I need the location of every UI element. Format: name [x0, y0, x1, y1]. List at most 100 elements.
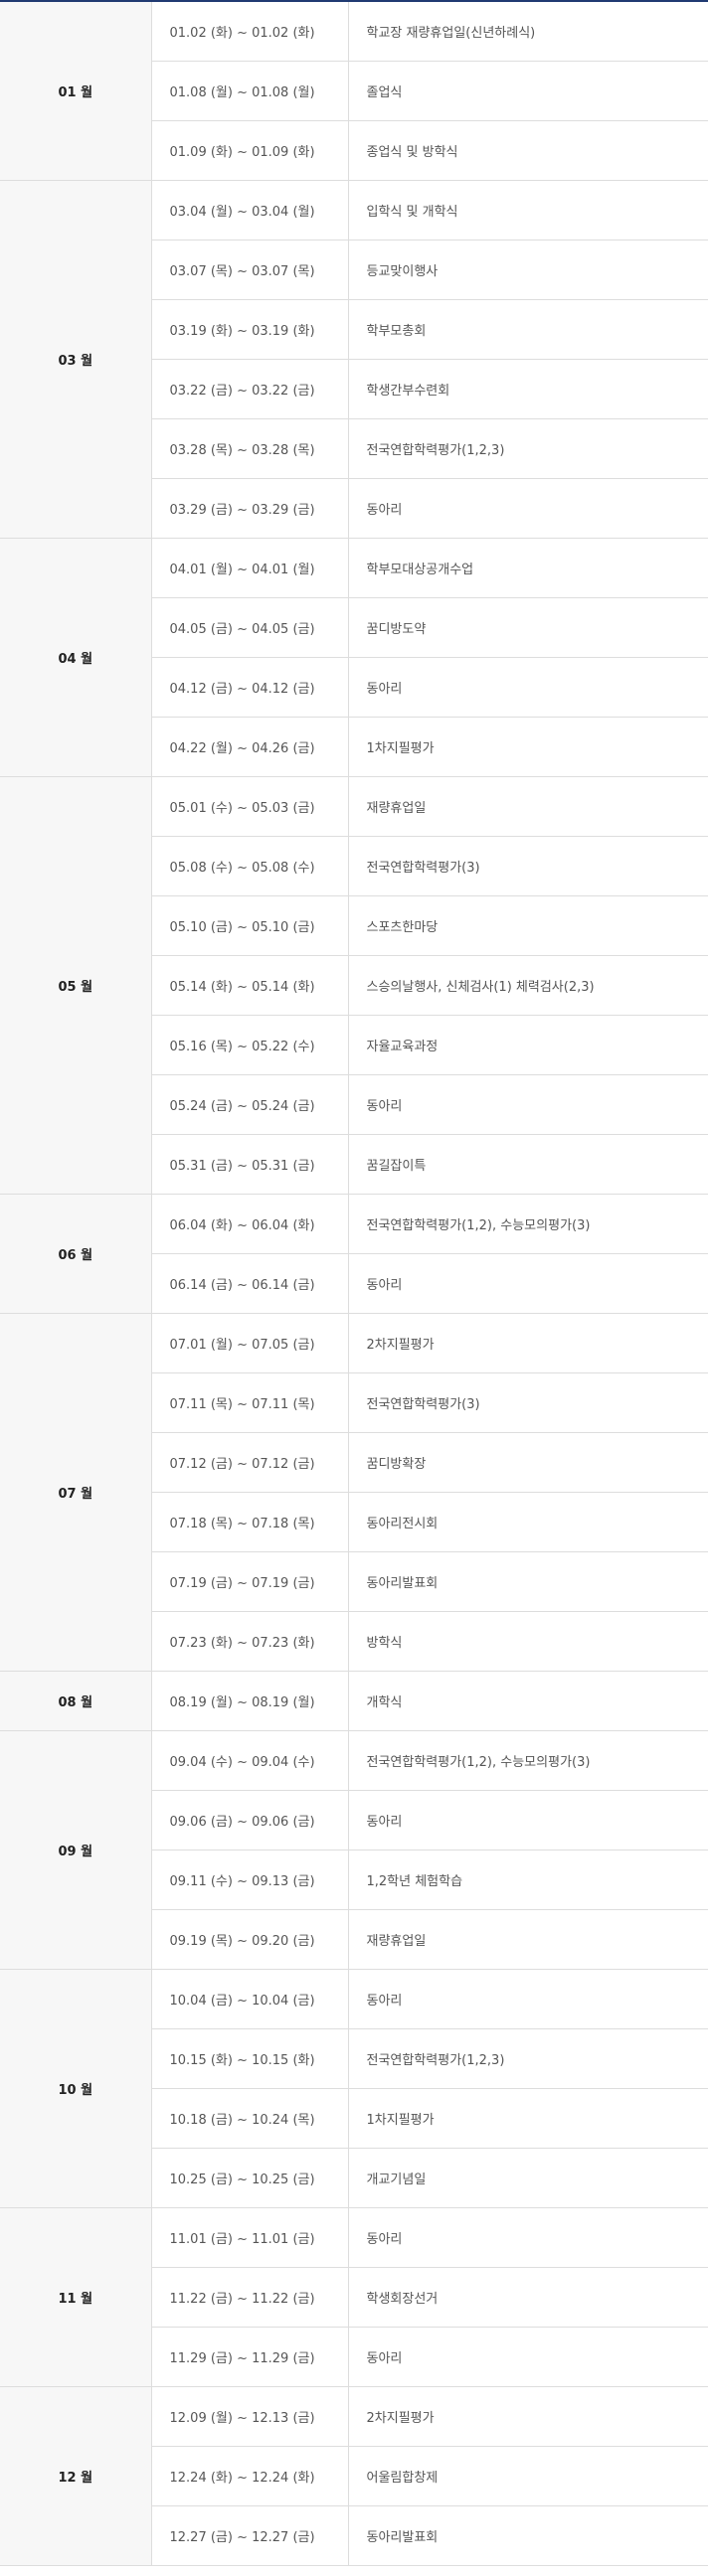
event-title: 학부모총회 — [348, 299, 708, 360]
event-date-range: 12.09 (월) ~ 12.13 (금) — [151, 2386, 349, 2447]
event-title: 학생간부수련회 — [348, 359, 708, 419]
event-date-range: 07.12 (금) ~ 07.12 (금) — [151, 1432, 349, 1493]
event-title: 종업식 및 방학식 — [348, 120, 708, 181]
event-title: 전국연합학력평가(1,2), 수능모의평가(3) — [348, 1194, 708, 1254]
event-date-range: 07.23 (화) ~ 07.23 (화) — [151, 1611, 349, 1672]
event-title: 동아리발표회 — [348, 1551, 708, 1612]
schedule-row: 06 월 06.04 (화) ~ 06.04 (화) 전국연합학력평가(1,2), … — [0, 1194, 708, 1314]
schedule-row: 11 월 11.01 (금) ~ 11.01 (금) 동아리 — [0, 2207, 708, 2387]
month-label: 04 월 — [0, 538, 152, 777]
event-date-range: 11.22 (금) ~ 11.22 (금) — [151, 2267, 349, 2328]
event-date-range: 05.31 (금) ~ 05.31 (금) — [151, 1134, 349, 1195]
event-date-range: 07.11 (목) ~ 07.11 (목) — [151, 1372, 349, 1433]
schedule-body: 01 월 01.02 (화) ~ 01.02 (화) 학교장 재량휴업일(신년하례식… — [0, 1, 708, 2566]
schedule-row: 08 월 08.19 (월) ~ 08.19 (월) 개학식 — [0, 1671, 708, 1731]
month-label: 06 월 — [0, 1194, 152, 1314]
event-date-range: 06.14 (금) ~ 06.14 (금) — [151, 1253, 349, 1314]
event-title: 개학식 — [348, 1671, 708, 1731]
event-date-range: 07.01 (월) ~ 07.05 (금) — [151, 1313, 349, 1373]
event-title: 등교맞이행사 — [348, 240, 708, 300]
event-date-range: 07.18 (목) ~ 07.18 (목) — [151, 1492, 349, 1552]
event-date-range: 04.22 (월) ~ 04.26 (금) — [151, 717, 349, 777]
event-title: 전국연합학력평가(1,2,3) — [348, 2028, 708, 2089]
month-label: 09 월 — [0, 1730, 152, 1970]
event-title: 2차지필평가 — [348, 1313, 708, 1373]
month-label: 08 월 — [0, 1671, 152, 1731]
month-label: 05 월 — [0, 776, 152, 1195]
event-date-range: 03.28 (목) ~ 03.28 (목) — [151, 418, 349, 479]
event-title: 동아리 — [348, 2207, 708, 2268]
event-title: 동아리전시회 — [348, 1492, 708, 1552]
event-title: 꿈길잡이특 — [348, 1134, 708, 1195]
event-date-range: 05.16 (목) ~ 05.22 (수) — [151, 1015, 349, 1075]
event-title: 입학식 및 개학식 — [348, 180, 708, 241]
event-date-range: 12.27 (금) ~ 12.27 (금) — [151, 2505, 349, 2566]
event-date-range: 11.29 (금) ~ 11.29 (금) — [151, 2327, 349, 2387]
event-title: 졸업식 — [348, 61, 708, 121]
event-date-range: 09.11 (수) ~ 09.13 (금) — [151, 1850, 349, 1910]
event-date-range: 09.06 (금) ~ 09.06 (금) — [151, 1790, 349, 1851]
event-title: 1차지필평가 — [348, 2088, 708, 2149]
event-date-range: 04.12 (금) ~ 04.12 (금) — [151, 657, 349, 718]
event-date-range: 06.04 (화) ~ 06.04 (화) — [151, 1194, 349, 1254]
event-title: 동아리 — [348, 1969, 708, 2029]
event-date-range: 05.10 (금) ~ 05.10 (금) — [151, 895, 349, 956]
event-title: 1,2학년 체험학습 — [348, 1850, 708, 1910]
schedule-row: 01 월 01.02 (화) ~ 01.02 (화) 학교장 재량휴업일(신년하례식… — [0, 1, 708, 181]
event-date-range: 10.25 (금) ~ 10.25 (금) — [151, 2148, 349, 2208]
event-title: 전국연합학력평가(1,2), 수능모의평가(3) — [348, 1730, 708, 1791]
event-date-range: 04.01 (월) ~ 04.01 (월) — [151, 538, 349, 598]
event-title: 동아리 — [348, 1790, 708, 1851]
event-title: 스승의날행사, 신체검사(1) 체력검사(2,3) — [348, 955, 708, 1016]
event-title: 꿈디방확장 — [348, 1432, 708, 1493]
month-label: 11 월 — [0, 2207, 152, 2387]
event-date-range: 09.19 (목) ~ 09.20 (금) — [151, 1909, 349, 1970]
event-title: 동아리 — [348, 2327, 708, 2387]
event-title: 학부모대상공개수업 — [348, 538, 708, 598]
event-date-range: 05.08 (수) ~ 05.08 (수) — [151, 836, 349, 896]
event-title: 재량휴업일 — [348, 776, 708, 837]
schedule-row: 05 월 05.01 (수) ~ 05.03 (금) 재량휴업일 — [0, 776, 708, 1195]
event-date-range: 01.08 (월) ~ 01.08 (월) — [151, 61, 349, 121]
month-label: 07 월 — [0, 1313, 152, 1672]
event-date-range: 05.24 (금) ~ 05.24 (금) — [151, 1074, 349, 1135]
event-date-range: 10.18 (금) ~ 10.24 (목) — [151, 2088, 349, 2149]
event-title: 학교장 재량휴업일(신년하례식) — [348, 1, 708, 62]
event-date-range: 10.15 (화) ~ 10.15 (화) — [151, 2028, 349, 2089]
event-title: 동아리 — [348, 1253, 708, 1314]
event-date-range: 08.19 (월) ~ 08.19 (월) — [151, 1671, 349, 1731]
event-title: 어울림합창제 — [348, 2446, 708, 2506]
event-date-range: 03.04 (월) ~ 03.04 (월) — [151, 180, 349, 241]
event-title: 자율교육과정 — [348, 1015, 708, 1075]
event-date-range: 03.29 (금) ~ 03.29 (금) — [151, 478, 349, 539]
event-title: 동아리 — [348, 1074, 708, 1135]
event-title: 재량휴업일 — [348, 1909, 708, 1970]
event-title: 학생회장선거 — [348, 2267, 708, 2328]
schedule-row: 09 월 09.04 (수) ~ 09.04 (수) 전국연합학력평가(1,2), … — [0, 1730, 708, 1970]
event-title: 전국연합학력평가(3) — [348, 1372, 708, 1433]
event-title: 동아리 — [348, 657, 708, 718]
schedule-row: 04 월 04.01 (월) ~ 04.01 (월) 학부모대상공개수업 — [0, 538, 708, 777]
event-date-range: 09.04 (수) ~ 09.04 (수) — [151, 1730, 349, 1791]
month-label: 03 월 — [0, 180, 152, 539]
event-title: 스포츠한마당 — [348, 895, 708, 956]
event-date-range: 12.24 (화) ~ 12.24 (화) — [151, 2446, 349, 2506]
event-date-range: 03.07 (목) ~ 03.07 (목) — [151, 240, 349, 300]
event-title: 방학식 — [348, 1611, 708, 1672]
event-date-range: 01.02 (화) ~ 01.02 (화) — [151, 1, 349, 62]
event-date-range: 11.01 (금) ~ 11.01 (금) — [151, 2207, 349, 2268]
event-date-range: 01.09 (화) ~ 01.09 (화) — [151, 120, 349, 181]
event-date-range: 07.19 (금) ~ 07.19 (금) — [151, 1551, 349, 1612]
event-title: 동아리발표회 — [348, 2505, 708, 2566]
event-title: 2차지필평가 — [348, 2386, 708, 2447]
event-date-range: 04.05 (금) ~ 04.05 (금) — [151, 597, 349, 658]
schedule-row: 10 월 10.04 (금) ~ 10.04 (금) 동아리 — [0, 1969, 708, 2208]
schedule-row: 12 월 12.09 (월) ~ 12.13 (금) 2차지필평가 — [0, 2386, 708, 2566]
academic-schedule-table: 01 월 01.02 (화) ~ 01.02 (화) 학교장 재량휴업일(신년하례식… — [0, 0, 708, 2566]
month-label: 12 월 — [0, 2386, 152, 2566]
schedule-row: 03 월 03.04 (월) ~ 03.04 (월) 입학식 및 개학식 — [0, 180, 708, 539]
event-title: 동아리 — [348, 478, 708, 539]
event-title: 개교기념일 — [348, 2148, 708, 2208]
event-title: 꿈디방도약 — [348, 597, 708, 658]
event-date-range: 05.01 (수) ~ 05.03 (금) — [151, 776, 349, 837]
